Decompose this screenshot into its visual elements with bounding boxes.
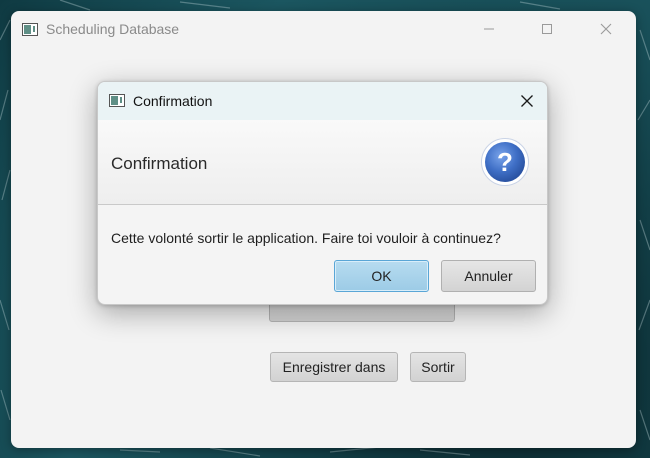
question-icon: ?	[481, 138, 529, 186]
main-titlebar[interactable]: Scheduling Database	[11, 11, 636, 49]
maximize-icon	[542, 24, 552, 34]
dialog-title: Confirmation	[133, 93, 213, 109]
ok-button[interactable]: OK	[334, 260, 429, 292]
minimize-button[interactable]	[466, 11, 512, 47]
app-icon	[22, 23, 38, 36]
dialog-message: Cette volonté sortir le application. Fai…	[111, 230, 501, 246]
dialog-titlebar[interactable]: Confirmation	[98, 82, 547, 120]
maximize-button[interactable]	[524, 11, 570, 47]
exit-button[interactable]: Sortir	[410, 352, 466, 382]
confirmation-dialog: Confirmation Confirmation ? Cette volont…	[97, 81, 548, 305]
dialog-header: Confirmation ?	[98, 120, 547, 205]
cancel-button[interactable]: Annuler	[441, 260, 536, 292]
dialog-header-text: Confirmation	[111, 154, 208, 173]
desktop-background: Scheduling Database Enregistrer dans Sor…	[0, 0, 650, 458]
save-to-button[interactable]: Enregistrer dans	[270, 352, 398, 382]
close-window-button[interactable]	[583, 11, 629, 47]
dialog-close-button[interactable]	[510, 86, 544, 116]
minimize-icon	[484, 28, 494, 30]
window-title: Scheduling Database	[46, 21, 180, 37]
close-icon	[600, 23, 612, 35]
app-icon	[109, 94, 125, 107]
close-icon	[521, 95, 533, 107]
question-mark-glyph: ?	[497, 147, 513, 177]
